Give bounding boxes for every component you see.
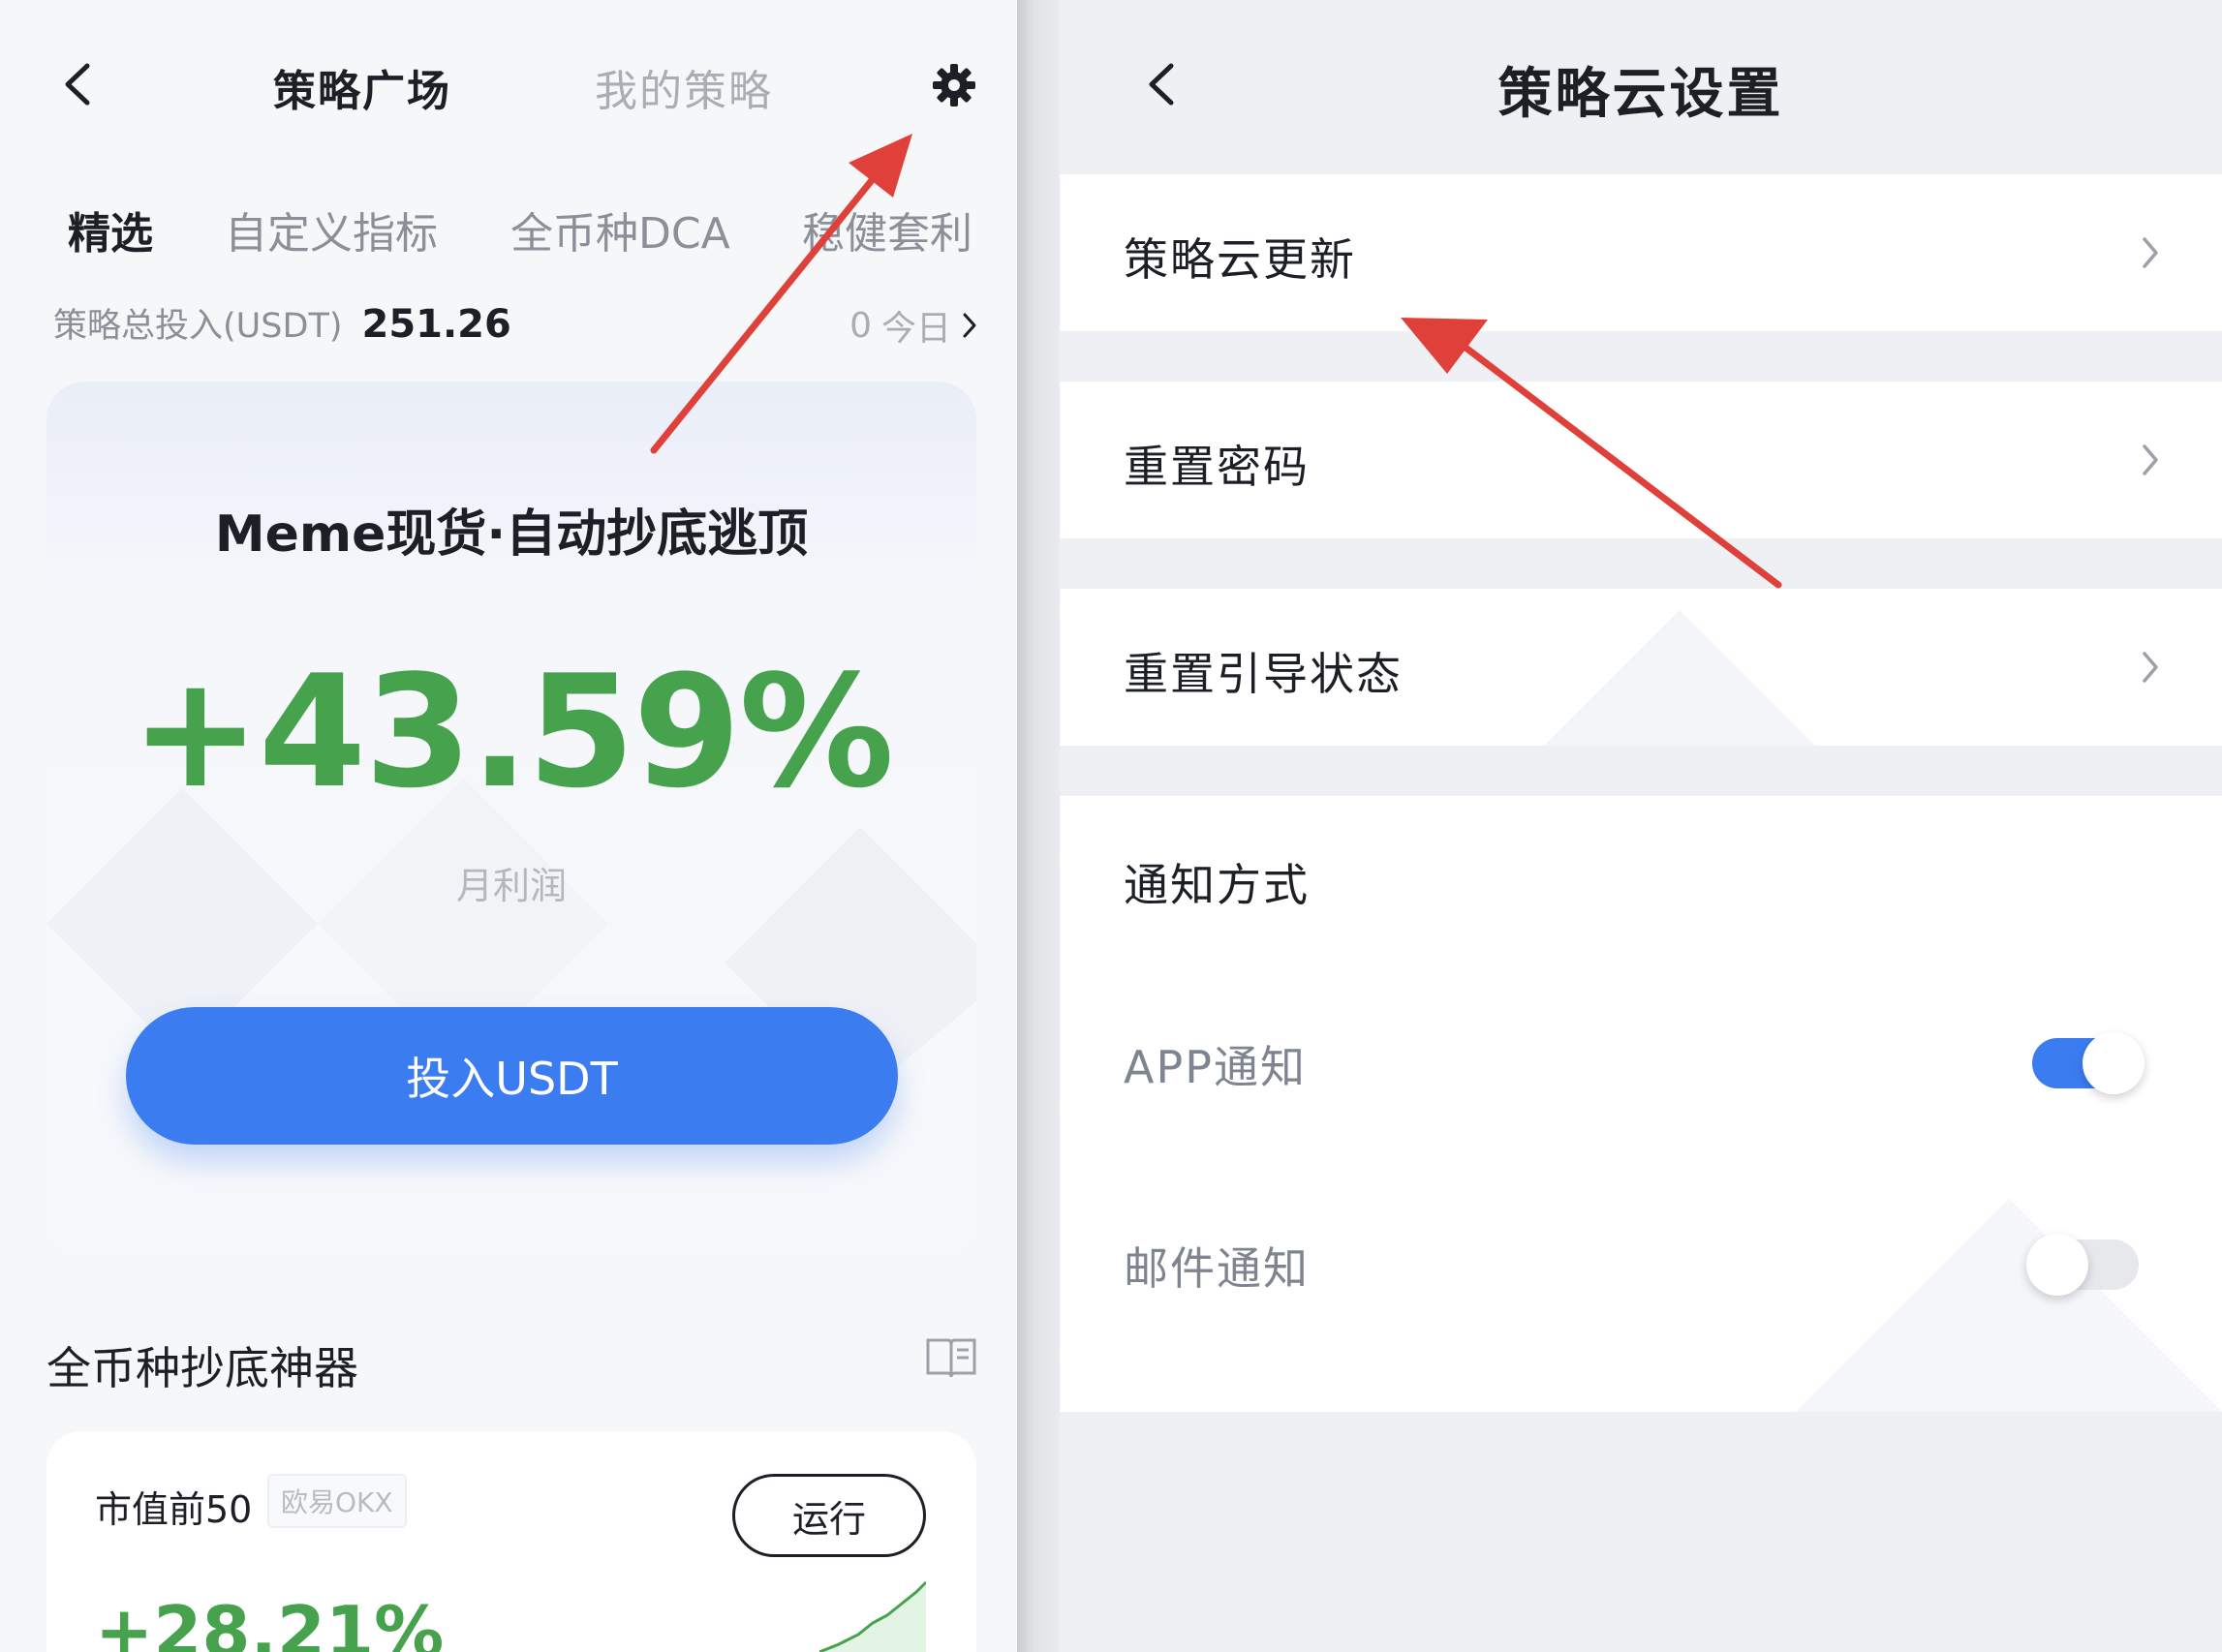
today-label: 今日: [880, 309, 951, 349]
app-notification-label: APP通知: [1124, 1041, 1307, 1093]
invest-usdt-button[interactable]: 投入USDT: [126, 1007, 898, 1145]
page-title: 策略云设置: [1497, 63, 1784, 126]
strategy-name: 市值前50: [95, 1488, 253, 1531]
chevron-right-icon: [963, 313, 976, 338]
strategy-plaza-screen: 策略广场 我的策略 精选 自定义指标 全币种DCA 稳健套利 策略总投入(USD…: [0, 0, 1017, 1652]
chevron-right-icon: [2143, 237, 2158, 268]
exchange-badge: 欧易OKX: [267, 1474, 407, 1528]
featured-profit-caption: 月利润: [455, 865, 567, 907]
background-decoration: [1544, 610, 1815, 746]
tab-my-strategies[interactable]: 我的策略: [595, 56, 773, 118]
sparkline-chart: [819, 1580, 926, 1652]
gear-icon[interactable]: [925, 56, 983, 114]
featured-monthly-profit: +43.59%: [130, 641, 894, 822]
subtab-all-coin-dca[interactable]: 全币种DCA: [510, 199, 730, 260]
back-arrow-icon[interactable]: [44, 50, 111, 118]
featured-strategy-card[interactable]: Meme现货·自动抄底逃顶 +43.59% 月利润 投入USDT: [46, 382, 976, 1253]
subtab-featured[interactable]: 精选: [68, 199, 153, 260]
settings-row-label: 策略云更新: [1124, 233, 1356, 286]
background-decoration: [1796, 1199, 2222, 1412]
strategy-card-top50[interactable]: 市值前50 欧易OKX 运行 +28.21%: [46, 1431, 976, 1652]
total-investment: 策略总投入(USDT) 251.26: [53, 298, 511, 348]
settings-row-cloud-update[interactable]: 策略云更新: [1060, 174, 2222, 331]
today-link[interactable]: 0 今日: [849, 300, 978, 351]
total-investment-value: 251.26: [361, 302, 511, 347]
panel-divider: [1017, 0, 1060, 1652]
chevron-right-icon: [2143, 444, 2158, 475]
run-button[interactable]: 运行: [732, 1474, 926, 1557]
strategy-profit: +28.21%: [95, 1591, 445, 1652]
settings-row-label: 重置引导状态: [1124, 648, 1403, 700]
settings-row-label: 重置密码: [1124, 441, 1310, 493]
notification-section: 通知方式 APP通知 邮件通知: [1060, 796, 2222, 1412]
featured-strategy-title: Meme现货·自动抄底逃顶: [214, 505, 809, 564]
tab-strategy-plaza[interactable]: 策略广场: [273, 56, 451, 118]
book-icon[interactable]: [924, 1334, 978, 1383]
toggle-knob: [2026, 1234, 2088, 1296]
settings-row-reset-guide[interactable]: 重置引导状态: [1060, 589, 2222, 746]
cloud-settings-screen: 策略云设置 策略云更新 重置密码 重置引导状态 通知方式 APP通知 邮件通知: [1060, 0, 2222, 1652]
toggle-knob: [2083, 1032, 2145, 1094]
settings-row-reset-password[interactable]: 重置密码: [1060, 382, 2222, 538]
app-notification-toggle[interactable]: [2032, 1032, 2145, 1094]
email-notification-toggle[interactable]: [2026, 1234, 2139, 1296]
total-investment-label: 策略总投入(USDT): [53, 307, 343, 346]
section-title: 全币种抄底神器: [46, 1342, 358, 1394]
email-notification-label: 邮件通知: [1124, 1242, 1310, 1295]
today-count: 0: [849, 305, 872, 346]
subtab-custom-indicator[interactable]: 自定义指标: [225, 199, 438, 260]
notification-heading: 通知方式: [1124, 859, 1310, 911]
subtab-stable-arbitrage[interactable]: 稳健套利: [802, 199, 972, 260]
chevron-right-icon: [2143, 652, 2158, 683]
